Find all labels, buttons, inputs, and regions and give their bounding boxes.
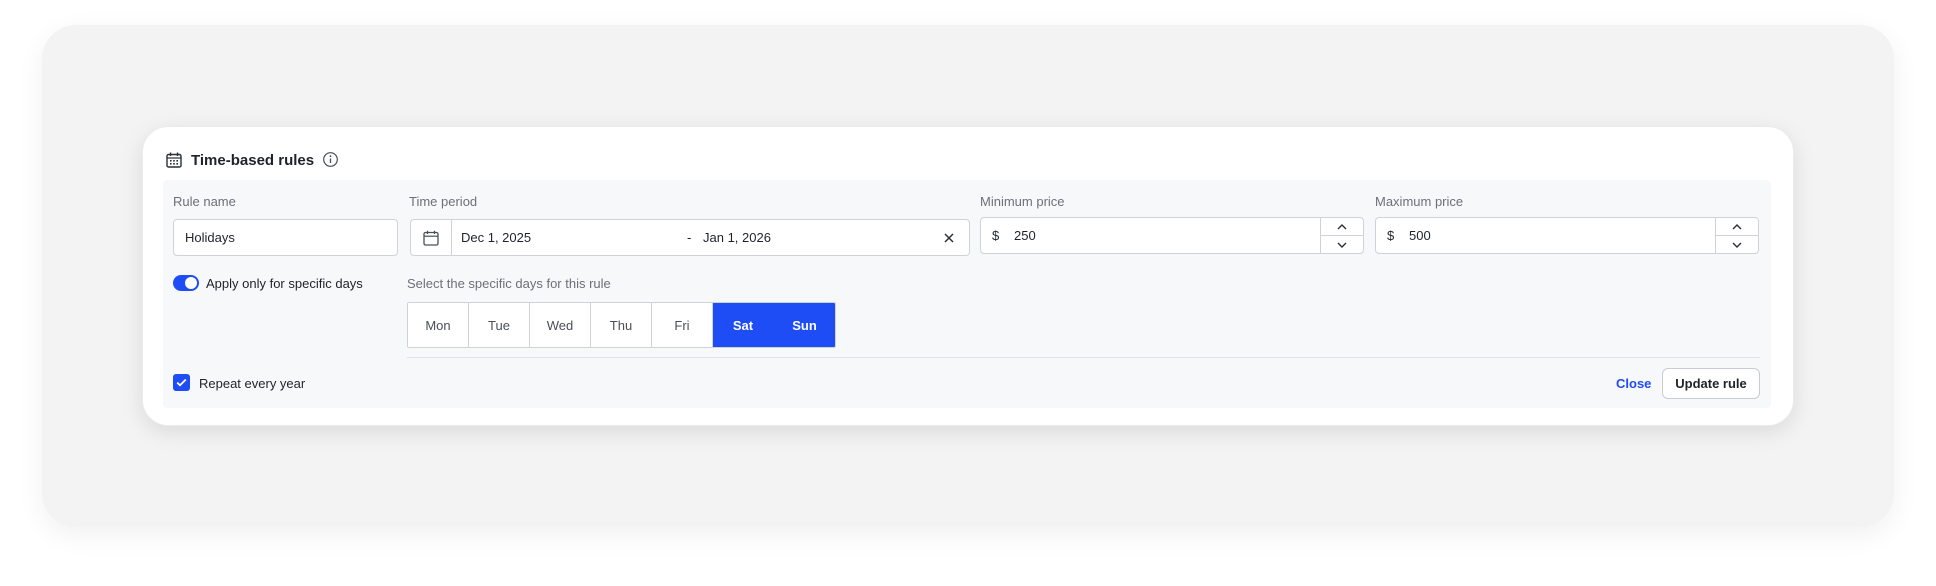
select-days-label: Select the specific days for this rule [407,276,611,291]
time-period-label: Time period [409,194,478,209]
day-fri[interactable]: Fri [652,303,713,347]
card-title: Time-based rules [191,151,315,169]
info-icon[interactable] [322,151,340,169]
rule-name-label: Rule name [173,194,236,209]
chevron-down-icon[interactable] [1321,236,1363,253]
chevron-up-icon[interactable] [1321,218,1363,236]
end-date-value[interactable]: Jan 1, 2026 [701,230,929,245]
specific-days-toggle[interactable] [173,275,199,291]
max-price-value[interactable]: 500 [1409,228,1715,243]
close-icon[interactable] [929,232,969,244]
chevron-down-icon[interactable] [1716,236,1758,253]
calendar-icon[interactable] [411,220,452,255]
repeat-every-year-label: Repeat every year [199,376,306,391]
date-separator: - [687,230,692,245]
section-divider [407,357,1760,358]
min-price-stepper-buttons [1320,218,1363,253]
day-thu[interactable]: Thu [591,303,652,347]
calendar-grid-icon [165,151,183,169]
min-price-currency: $ [992,228,1000,243]
close-button[interactable]: Close [1616,376,1651,391]
day-sun[interactable]: Sun [774,303,835,347]
start-date-value[interactable]: Dec 1, 2025 [452,230,687,245]
day-tue[interactable]: Tue [469,303,530,347]
day-selector: Mon Tue Wed Thu Fri Sat Sun [407,302,836,348]
time-based-rules-card: Time-based rules Rule name Time period M… [142,126,1794,426]
time-period-range-picker[interactable]: Dec 1, 2025 - Jan 1, 2026 [410,219,970,256]
day-mon[interactable]: Mon [408,303,469,347]
min-price-value[interactable]: 250 [1014,228,1320,243]
maximum-price-label: Maximum price [1375,194,1464,209]
rule-name-value: Holidays [185,230,235,245]
maximum-price-stepper[interactable]: $ 500 [1375,217,1759,254]
max-price-stepper-buttons [1715,218,1758,253]
update-rule-button[interactable]: Update rule [1662,368,1760,399]
rule-form: Rule name Time period Minimum price Maxi… [163,180,1771,408]
minimum-price-label: Minimum price [980,194,1065,209]
day-sat[interactable]: Sat [713,303,774,347]
chevron-up-icon[interactable] [1716,218,1758,236]
minimum-price-stepper[interactable]: $ 250 [980,217,1364,254]
day-wed[interactable]: Wed [530,303,591,347]
repeat-every-year-checkbox[interactable] [173,374,190,391]
rule-name-input[interactable]: Holidays [173,219,398,256]
specific-days-toggle-label: Apply only for specific days [206,276,363,291]
check-icon [176,378,187,387]
toggle-knob [185,277,197,289]
max-price-currency: $ [1387,228,1395,243]
card-header: Time-based rules [165,145,340,175]
